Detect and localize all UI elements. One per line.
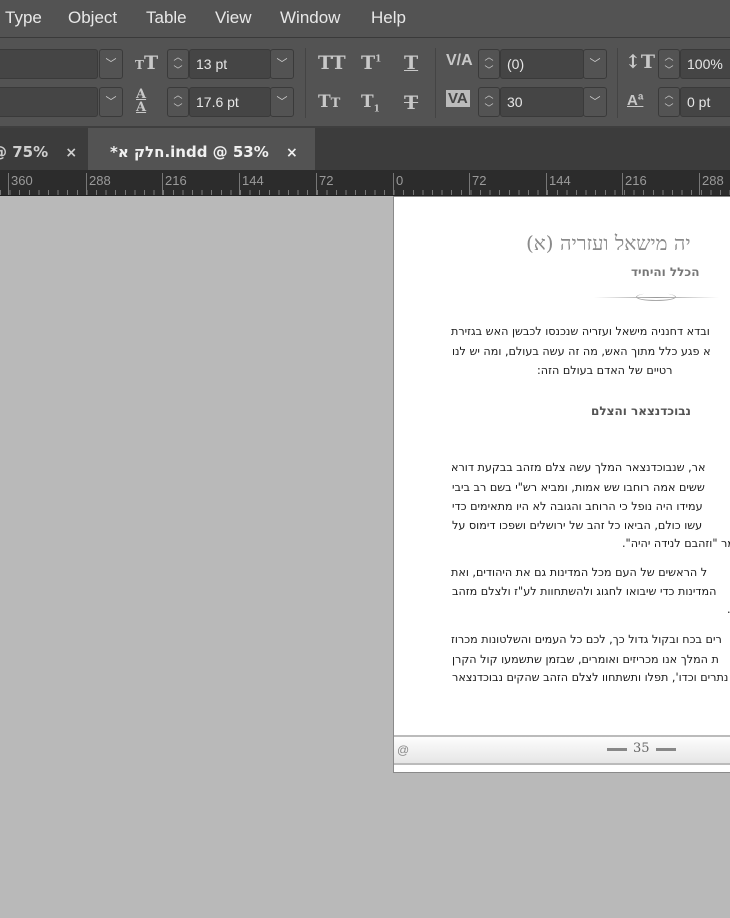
- body-line: נתרים וכדו', תפלו ותשתחוו לצלם הזהב שהקי…: [452, 671, 729, 684]
- body-line: רים בכח ובקול גדול כך, לכם כל העמים והשל…: [451, 633, 722, 646]
- ruler-label: 216: [622, 173, 647, 195]
- font-size-dropdown[interactable]: ﹀: [270, 49, 294, 79]
- tab-label: @ 75%: [0, 143, 49, 161]
- close-icon[interactable]: ×: [65, 145, 77, 161]
- chapter-title: יה מישאל ועזריה (א): [526, 231, 691, 255]
- font-style-dropdown[interactable]: ﹀: [99, 87, 123, 117]
- ornament-flourish: [636, 293, 676, 301]
- section-heading: נבוכדנצאר והצלם: [591, 404, 691, 418]
- control-panel: ﹀ ﹀ TT ︿ ﹀ 13 pt ﹀ AA ︿ ﹀ 17.6 pt ﹀ TT T1 …: [0, 38, 730, 128]
- body-line: מר "וזהבם לנידה יהיה".: [622, 537, 730, 550]
- divider: [617, 48, 618, 118]
- body-line: א פגע כלל מתוך האש, מה זה עשה בעולם, ומה…: [452, 345, 711, 358]
- font-family-dropdown[interactable]: ﹀: [99, 49, 123, 79]
- body-line: אר, שנבוכדנצאר המלך עשה צלם מזהב בבקעת ד…: [451, 461, 706, 474]
- divider: [305, 48, 306, 118]
- horizontal-ruler[interactable]: 360 288 216 144 72 0 72 144 216 288: [0, 170, 730, 196]
- ruler-label: 0: [393, 173, 403, 195]
- small-caps-icon[interactable]: TT: [318, 92, 340, 112]
- document-tabs: @ 75% × *חלק א.indd @ 53% ×: [0, 128, 730, 170]
- menu-view[interactable]: View: [215, 8, 252, 28]
- subscript-icon[interactable]: T1: [361, 92, 380, 114]
- leading-icon: AA: [136, 87, 147, 115]
- strikethrough-icon[interactable]: T: [404, 92, 418, 114]
- kerning-field[interactable]: (0): [500, 49, 584, 79]
- vertical-scale-icon: ↕T: [625, 51, 656, 73]
- tracking-dropdown[interactable]: ﹀: [583, 87, 607, 117]
- body-line: עשו כולם, הביאו כל זהב של ירושלים ושפכו …: [452, 519, 703, 532]
- footer-swirl-icon: @: [397, 743, 410, 757]
- vertical-scale-field[interactable]: 100%: [680, 49, 730, 79]
- body-line: עמידו היה נופל כי הרוחב והגובה לא היו מת…: [452, 500, 703, 513]
- menu-object[interactable]: Object: [68, 8, 117, 28]
- font-family-field[interactable]: [0, 49, 98, 79]
- ruler-label: 288: [699, 173, 724, 195]
- menu-bar: Type Object Table View Window Help: [0, 0, 730, 38]
- baseline-shift-stepper[interactable]: ︿ ﹀: [658, 87, 680, 117]
- leading-field[interactable]: 17.6 pt: [189, 87, 271, 117]
- body-line: המדינות כדי שיבואו לחגוג ולהשתחוות לע"ז …: [452, 585, 717, 598]
- close-icon[interactable]: ×: [286, 145, 298, 161]
- footer-ornament: [656, 748, 676, 751]
- ruler-label: 144: [239, 173, 264, 195]
- tab-label: *חלק א.indd @ 53%: [110, 143, 269, 161]
- ruler-label: 144: [546, 173, 571, 195]
- body-line: רטיים של האדם בעולם הזה:: [537, 364, 673, 377]
- body-line: ששים אמה רוחבו שש אמות, ומביא רש"י בשם ר…: [452, 481, 705, 494]
- ruler-label: 288: [86, 173, 111, 195]
- tab-document-active[interactable]: *חלק א.indd @ 53% ×: [88, 128, 315, 170]
- page-footer: @ 35: [394, 735, 730, 765]
- font-size-stepper[interactable]: ︿ ﹀: [167, 49, 189, 79]
- underline-icon[interactable]: T: [404, 52, 418, 74]
- tracking-stepper[interactable]: ︿ ﹀: [478, 87, 500, 117]
- font-size-field[interactable]: 13 pt: [189, 49, 271, 79]
- vertical-scale-stepper[interactable]: ︿ ﹀: [658, 49, 680, 79]
- page-number: 35: [633, 741, 650, 756]
- divider: [435, 48, 436, 118]
- kerning-stepper[interactable]: ︿ ﹀: [478, 49, 500, 79]
- tracking-icon: VA: [446, 90, 470, 107]
- font-style-field[interactable]: [0, 87, 98, 117]
- all-caps-icon[interactable]: TT: [318, 52, 346, 74]
- body-line: ת המלך אנו מכריזים ואומרים, שבזמן שתשמעו…: [452, 653, 719, 666]
- body-line: ובדא דחנניה מישאל ועזריה שנכנסו לכבשן הא…: [451, 325, 710, 338]
- menu-help[interactable]: Help: [371, 8, 406, 28]
- ruler-label: 72: [469, 173, 486, 195]
- document-page[interactable]: יה מישאל ועזריה (א) הכלל והיחיד ובדא דחנ…: [393, 196, 730, 773]
- tab-document-1[interactable]: @ 75% ×: [0, 128, 88, 170]
- ruler-label: 72: [316, 173, 333, 195]
- menu-window[interactable]: Window: [280, 8, 340, 28]
- menu-type[interactable]: Type: [5, 8, 42, 28]
- font-size-icon: TT: [135, 52, 159, 74]
- ruler-label: 360: [8, 173, 33, 195]
- menu-table[interactable]: Table: [146, 8, 187, 28]
- ruler-label: 216: [162, 173, 187, 195]
- footer-ornament: [607, 748, 627, 751]
- tracking-field[interactable]: 30: [500, 87, 584, 117]
- kerning-icon: V/A: [446, 52, 473, 69]
- leading-stepper[interactable]: ︿ ﹀: [167, 87, 189, 117]
- leading-dropdown[interactable]: ﹀: [270, 87, 294, 117]
- kerning-dropdown[interactable]: ﹀: [583, 49, 607, 79]
- baseline-shift-field[interactable]: 0 pt: [680, 87, 730, 117]
- chapter-subtitle: הכלל והיחיד: [631, 265, 700, 279]
- body-line: ל הראשים של העם מכל המדינות גם את היהודי…: [451, 566, 708, 579]
- baseline-shift-icon: Aª: [627, 92, 644, 109]
- superscript-icon[interactable]: T1: [361, 52, 381, 74]
